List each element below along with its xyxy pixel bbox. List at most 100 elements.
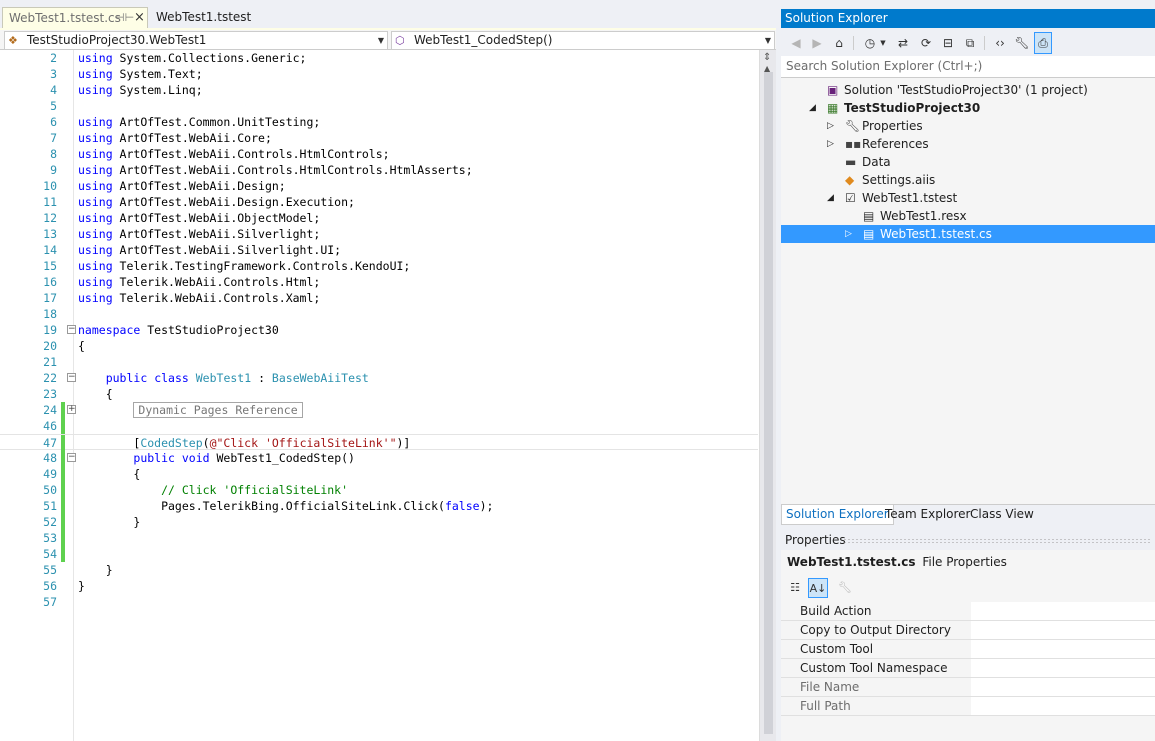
code-line[interactable]: 2 using System.Collections.Generic;: [0, 50, 758, 66]
code-line[interactable]: 5: [0, 98, 758, 114]
tree-item-settings-aiis[interactable]: ◆ Settings.aiis: [781, 171, 1155, 189]
expand-arrow-icon[interactable]: ▷: [827, 117, 834, 135]
sync-icon[interactable]: ⇄: [894, 34, 912, 52]
type-dropdown[interactable]: ❖ TestStudioProject30.WebTest1 ▼: [4, 31, 388, 50]
code-line[interactable]: 16 using Telerik.WebAii.Controls.Html;: [0, 274, 758, 290]
code-text: using ArtOfTest.Common.UnitTesting;: [78, 115, 321, 129]
tree-item-references[interactable]: ▷ ▪▪ References: [781, 135, 1155, 153]
tab-class-view[interactable]: Class View: [966, 505, 1038, 525]
refresh-icon[interactable]: ⟳: [917, 34, 935, 52]
forward-icon[interactable]: ▶: [808, 34, 826, 52]
chevron-down-icon[interactable]: ▼: [378, 32, 384, 49]
property-row[interactable]: Full Path: [781, 697, 1155, 716]
property-value[interactable]: [971, 678, 1155, 696]
properties-object-selector[interactable]: WebTest1.tstest.cs File Properties: [787, 553, 1007, 571]
member-dropdown[interactable]: ⬡ WebTest1_CodedStep() ▼: [391, 31, 775, 50]
expand-region-icon[interactable]: +: [67, 405, 76, 414]
property-value[interactable]: [971, 640, 1155, 658]
code-line[interactable]: 15 using Telerik.TestingFramework.Control…: [0, 258, 758, 274]
code-line[interactable]: 48 − public void WebTest1_CodedStep(): [0, 450, 758, 466]
tree-item-webtest1-resx[interactable]: ▤ WebTest1.resx: [781, 207, 1155, 225]
code-line[interactable]: 7 using ArtOfTest.WebAii.Core;: [0, 130, 758, 146]
collapse-arrow-icon[interactable]: ◢: [827, 189, 834, 207]
expand-arrow-icon[interactable]: ▷: [827, 135, 834, 153]
code-line[interactable]: 52 }: [0, 514, 758, 530]
code-line[interactable]: 53: [0, 530, 758, 546]
code-line[interactable]: 54: [0, 546, 758, 562]
code-line[interactable]: 55 }: [0, 562, 758, 578]
copy-icon[interactable]: ⧉: [961, 34, 979, 52]
panel-grip[interactable]: [843, 538, 1151, 543]
collapse-region-icon[interactable]: −: [67, 373, 76, 382]
preview-icon[interactable]: ⎙: [1034, 32, 1052, 54]
code-line[interactable]: 13 using ArtOfTest.WebAii.Silverlight;: [0, 226, 758, 242]
close-tab-icon[interactable]: ×: [134, 8, 145, 28]
code-line[interactable]: 10 using ArtOfTest.WebAii.Design;: [0, 178, 758, 194]
tree-item-teststudioproject30[interactable]: ◢ ▦ TestStudioProject30: [781, 99, 1155, 117]
code-line[interactable]: 49 {: [0, 466, 758, 482]
code-line[interactable]: 12 using ArtOfTest.WebAii.ObjectModel;: [0, 210, 758, 226]
code-line[interactable]: 50 // Click 'OfficialSiteLink': [0, 482, 758, 498]
tree-item-properties[interactable]: ▷ 🔧︎ Properties: [781, 117, 1155, 135]
pin-icon[interactable]: ⊣⊢: [115, 8, 134, 28]
categorized-icon[interactable]: ☷: [785, 578, 805, 598]
view-code-icon[interactable]: ‹›: [991, 34, 1009, 52]
tree-item-webtest1-tstest[interactable]: ◢ ☑ WebTest1.tstest: [781, 189, 1155, 207]
collapse-region-icon[interactable]: −: [67, 453, 76, 462]
chevron-down-icon[interactable]: ▼: [878, 34, 888, 52]
history-icon[interactable]: ◷: [861, 34, 879, 52]
code-line[interactable]: 46: [0, 418, 758, 434]
property-value[interactable]: [971, 602, 1155, 620]
splitter-icon[interactable]: ⇕: [763, 52, 771, 63]
code-line[interactable]: 18: [0, 306, 758, 322]
code-line[interactable]: 57: [0, 594, 758, 610]
code-line[interactable]: 8 using ArtOfTest.WebAii.Controls.HtmlCon…: [0, 146, 758, 162]
property-value[interactable]: [971, 621, 1155, 639]
alphabetical-icon[interactable]: A↓: [808, 578, 828, 598]
back-icon[interactable]: ◀: [787, 34, 805, 52]
property-pages-icon[interactable]: 🔧︎: [835, 578, 855, 598]
collapsed-region[interactable]: Dynamic Pages Reference: [133, 402, 303, 418]
code-line[interactable]: 21: [0, 354, 758, 370]
code-line[interactable]: 22 − public class WebTest1 : BaseWebAiiTe…: [0, 370, 758, 386]
property-row[interactable]: Copy to Output Directory: [781, 621, 1155, 640]
code-line[interactable]: 19 − namespace TestStudioProject30: [0, 322, 758, 338]
collapse-arrow-icon[interactable]: ◢: [809, 99, 816, 117]
expand-arrow-icon[interactable]: ▷: [845, 225, 852, 243]
chevron-down-icon[interactable]: ▼: [765, 32, 771, 49]
tab-webtest1-tstest-cs[interactable]: WebTest1.tstest.cs ⊣⊢ ×: [2, 7, 148, 28]
code-line[interactable]: 3 using System.Text;: [0, 66, 758, 82]
code-line[interactable]: 56}: [0, 578, 758, 594]
code-line[interactable]: 4 using System.Linq;: [0, 82, 758, 98]
code-line[interactable]: 9 using ArtOfTest.WebAii.Controls.HtmlCon…: [0, 162, 758, 178]
code-line[interactable]: 11 using ArtOfTest.WebAii.Design.Executio…: [0, 194, 758, 210]
tree-item-data[interactable]: ▬ Data: [781, 153, 1155, 171]
property-row[interactable]: Custom Tool Namespace: [781, 659, 1155, 678]
scrollbar-thumb[interactable]: [764, 72, 773, 734]
collapse-all-icon[interactable]: ⊟: [939, 34, 957, 52]
code-line[interactable]: 24 + Dynamic Pages Reference: [0, 402, 758, 418]
tab-webtest1-tstest[interactable]: WebTest1.tstest: [150, 7, 257, 28]
code-editor[interactable]: 2 using System.Collections.Generic; 3 using…: [0, 50, 776, 741]
code-line[interactable]: 14 using ArtOfTest.WebAii.Silverlight.UI;: [0, 242, 758, 258]
tab-solution-explorer[interactable]: Solution Explorer: [781, 505, 894, 525]
code-line[interactable]: 47 [CodedStep(@"Click 'OfficialSiteLink'…: [0, 434, 758, 451]
code-line[interactable]: 20 {: [0, 338, 758, 354]
property-row[interactable]: Build Action: [781, 602, 1155, 621]
property-value[interactable]: [971, 659, 1155, 677]
home-icon[interactable]: ⌂: [830, 34, 848, 52]
collapse-region-icon[interactable]: −: [67, 325, 76, 334]
code-line[interactable]: 17 using Telerik.WebAii.Controls.Xaml;: [0, 290, 758, 306]
property-row[interactable]: File Name: [781, 678, 1155, 697]
code-line[interactable]: 51 Pages.TelerikBing.OfficialSiteLink.Cl…: [0, 498, 758, 514]
property-value[interactable]: [971, 697, 1155, 715]
vertical-scrollbar[interactable]: ⇕ ▲: [759, 50, 776, 741]
tree-item-webtest1-tstest-cs[interactable]: ▷ ▤ WebTest1.tstest.cs: [781, 225, 1155, 243]
properties-wrench-icon[interactable]: 🔧︎: [1013, 34, 1031, 52]
code-line[interactable]: 6 using ArtOfTest.Common.UnitTesting;: [0, 114, 758, 130]
code-line[interactable]: 23 {: [0, 386, 758, 402]
property-row[interactable]: Custom Tool: [781, 640, 1155, 659]
tree-item-solution-teststudioproject30-1-project[interactable]: ▣ Solution 'TestStudioProject30' (1 proje…: [781, 81, 1155, 99]
tab-team-explorer[interactable]: Team Explorer: [881, 505, 975, 525]
solution-search-input[interactable]: Search Solution Explorer (Ctrl+;): [781, 56, 1155, 78]
